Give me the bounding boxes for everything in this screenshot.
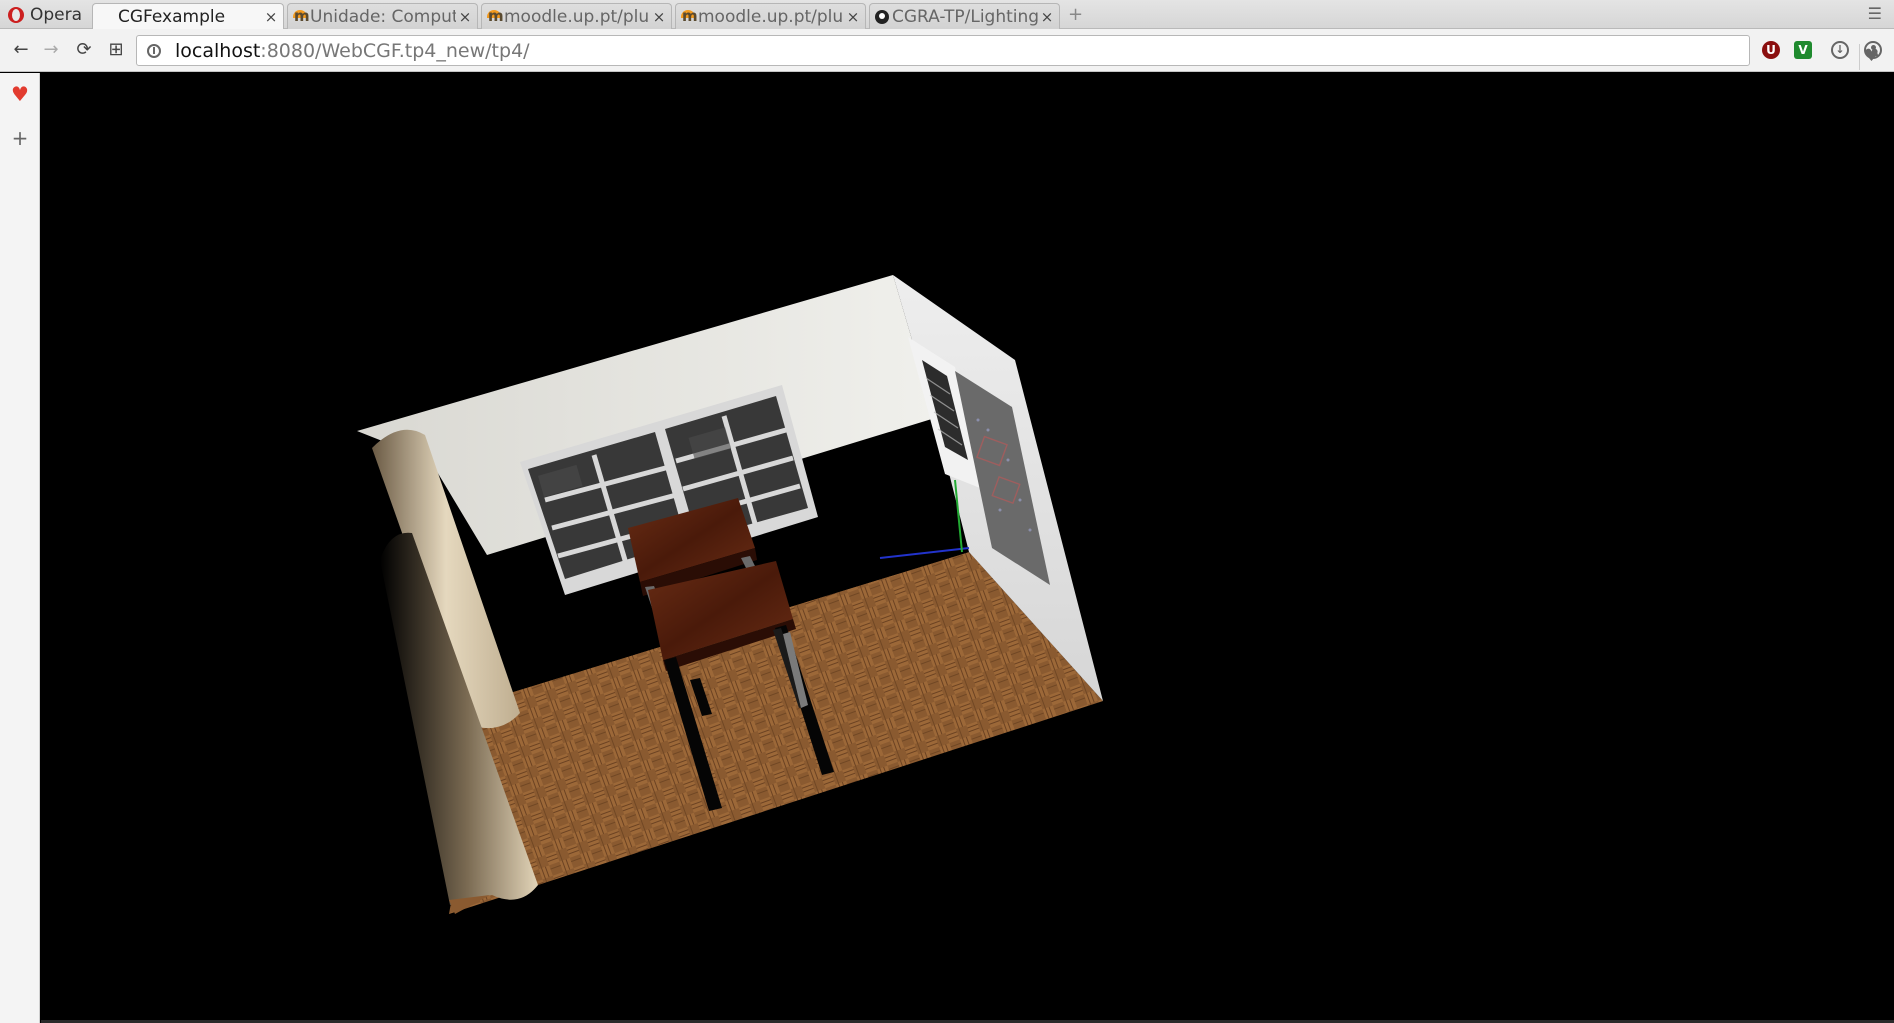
address-bar[interactable]: localhost:8080/WebCGF.tp4_new/tp4/ ♥	[136, 35, 1879, 70]
tab-label: Unidade: Comput	[310, 6, 456, 27]
tab-close-icon[interactable]: ×	[844, 8, 862, 26]
site-info-icon[interactable]	[147, 44, 161, 58]
moodle-icon	[293, 7, 310, 25]
moodle-icon	[681, 7, 698, 25]
room-scene	[357, 275, 1103, 914]
opera-logo-icon	[8, 6, 24, 24]
ublock-extension-icon[interactable]: U	[1762, 41, 1780, 59]
tab-label: CGFexample	[118, 7, 226, 27]
tab-close-icon[interactable]: ×	[1038, 8, 1056, 26]
back-icon[interactable]: ←	[8, 37, 34, 63]
reload-icon[interactable]: ⟳	[71, 37, 97, 63]
tab-label: moodle.up.pt/plu	[698, 6, 844, 27]
github-icon	[875, 9, 889, 24]
url-host: localhost	[175, 40, 261, 62]
tab-cgfexample[interactable]: CGFexample ×	[92, 3, 284, 30]
opera-menu-label: Opera	[30, 5, 83, 25]
add-sidebar-item-icon[interactable]: +	[9, 126, 31, 150]
tab-bar: Opera CGFexample × Unidade: Comput × moo…	[0, 0, 1894, 30]
account-icon[interactable]	[1864, 41, 1882, 59]
tab-close-icon[interactable]: ×	[262, 8, 280, 26]
webgl-canvas[interactable]	[41, 73, 1894, 1023]
new-tab-button[interactable]: +	[1068, 4, 1083, 25]
forward-icon[interactable]: →	[38, 37, 64, 63]
opera-menu-button[interactable]: Opera	[2, 2, 86, 28]
vpn-extension-icon[interactable]: V	[1794, 41, 1812, 59]
sidebar: ♥ +	[0, 73, 40, 1023]
bookmarks-heart-icon[interactable]: ♥	[9, 82, 31, 106]
tab-label: CGRA-TP/Lighting	[892, 6, 1038, 27]
speed-dial-icon[interactable]: ⊞	[103, 37, 129, 63]
tab-unidade[interactable]: Unidade: Comput ×	[287, 3, 478, 29]
url-text[interactable]: localhost:8080/WebCGF.tp4_new/tp4/	[175, 40, 530, 62]
tab-github-lighting[interactable]: CGRA-TP/Lighting ×	[869, 3, 1060, 29]
tab-menu-icon[interactable]: ☰	[1868, 4, 1882, 23]
download-icon[interactable]: ↓	[1831, 41, 1849, 59]
tab-close-icon[interactable]: ×	[650, 8, 668, 26]
tab-close-icon[interactable]: ×	[456, 8, 474, 26]
tab-moodle-1[interactable]: moodle.up.pt/plu ×	[481, 3, 672, 29]
moodle-icon	[487, 7, 504, 25]
tab-moodle-2[interactable]: moodle.up.pt/plu ×	[675, 3, 866, 29]
url-path: :8080/WebCGF.tp4_new/tp4/	[260, 40, 530, 62]
tab-label: moodle.up.pt/plu	[504, 6, 650, 27]
navigation-toolbar: ← → ⟳ ⊞ localhost:8080/WebCGF.tp4_new/tp…	[0, 29, 1894, 72]
